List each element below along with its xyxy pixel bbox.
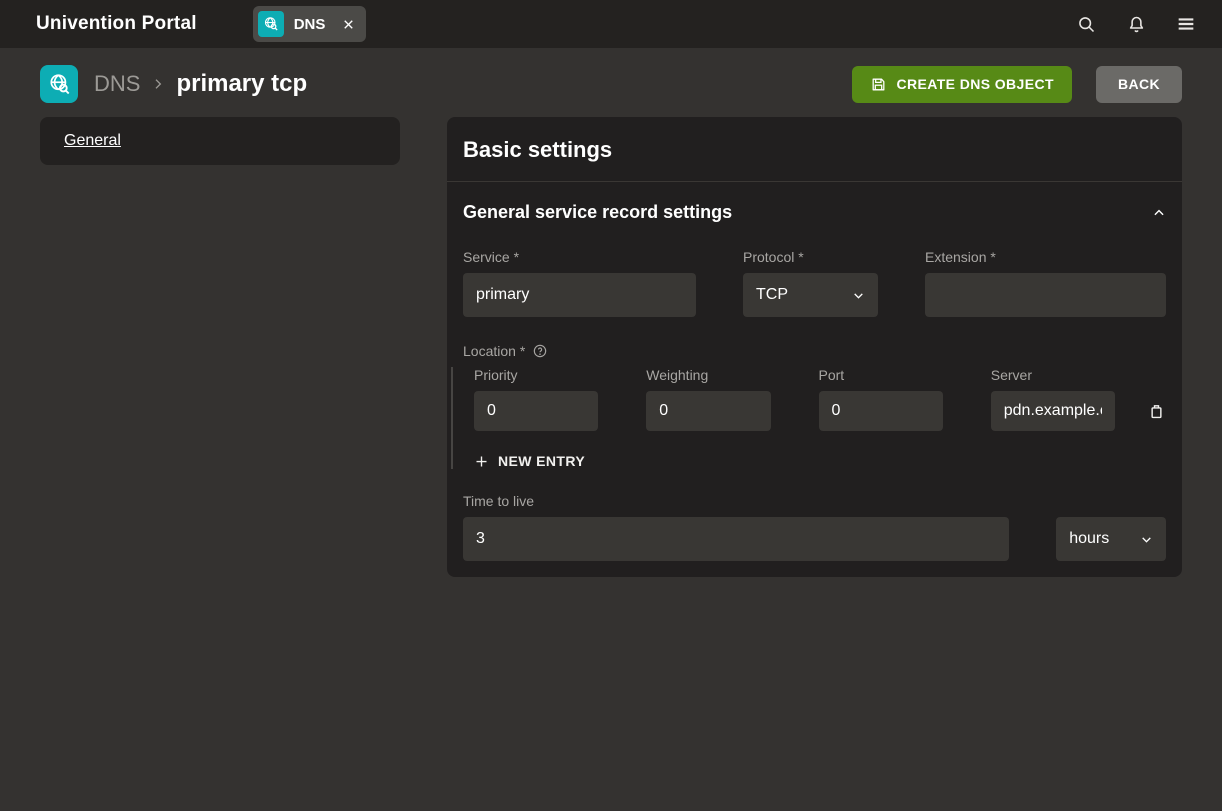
port-label: Port: [819, 367, 943, 383]
ttl-block: Time to live hours: [463, 493, 1166, 561]
location-entries-group: Priority Weighting Port Server: [451, 367, 1166, 469]
help-icon[interactable]: [532, 343, 548, 359]
tab-dns[interactable]: DNS: [253, 6, 367, 42]
extension-label: Extension *: [925, 249, 1166, 265]
breadcrumb: DNS primary tcp CREATE DNS OBJECT BACK: [0, 48, 1222, 117]
chevron-up-icon[interactable]: [1152, 206, 1166, 220]
basic-settings-panel: Basic settings General service record se…: [447, 117, 1182, 577]
location-label: Location *: [463, 343, 1166, 359]
breadcrumb-current-object: primary tcp: [176, 70, 307, 98]
new-entry-button[interactable]: NEW ENTRY: [474, 453, 585, 469]
plus-icon: [474, 454, 489, 469]
ttl-unit-selected-value: hours: [1069, 530, 1109, 548]
section-title: General service record settings: [463, 202, 732, 223]
weighting-label: Weighting: [646, 367, 770, 383]
delete-entry-button[interactable]: [1147, 391, 1166, 431]
chevron-down-icon: [1140, 533, 1153, 546]
location-entry-row: Priority Weighting Port Server: [474, 367, 1166, 431]
service-record-form: Service * Protocol * TCP: [463, 227, 1166, 561]
ttl-unit-select[interactable]: hours: [1056, 517, 1166, 561]
portal-title: Univention Portal: [36, 13, 197, 35]
location-label-text: Location *: [463, 343, 525, 359]
dns-globe-icon: [40, 65, 78, 103]
chevron-down-icon: [852, 289, 865, 302]
priority-input[interactable]: [474, 391, 598, 431]
dns-globe-icon: [258, 11, 284, 37]
weighting-input[interactable]: [646, 391, 770, 431]
protocol-selected-value: TCP: [756, 286, 788, 304]
panel-header: Basic settings: [447, 117, 1182, 182]
topbar: Univention Portal DNS: [0, 0, 1222, 48]
chevron-right-icon: [150, 76, 166, 92]
protocol-label: Protocol *: [743, 249, 878, 265]
search-icon[interactable]: [1074, 12, 1098, 36]
ttl-value-input[interactable]: [463, 517, 1009, 561]
menu-icon[interactable]: [1174, 12, 1198, 36]
breadcrumb-dns-link[interactable]: DNS: [94, 71, 140, 97]
tab-close-icon[interactable]: [341, 17, 356, 32]
service-input[interactable]: [463, 273, 696, 317]
protocol-select[interactable]: TCP: [743, 273, 878, 317]
ttl-label: Time to live: [463, 493, 1166, 509]
page-nav-card: General: [40, 117, 400, 165]
server-label: Server: [991, 367, 1115, 383]
bell-icon[interactable]: [1124, 12, 1148, 36]
general-service-record-section: General service record settings Service …: [447, 182, 1182, 561]
server-input[interactable]: [991, 391, 1115, 431]
create-dns-object-label: CREATE DNS OBJECT: [897, 76, 1054, 92]
sidebar-item-general[interactable]: General: [64, 132, 121, 149]
content-area: General Basic settings General service r…: [0, 117, 1222, 577]
new-entry-label: NEW ENTRY: [498, 453, 585, 469]
priority-label: Priority: [474, 367, 598, 383]
panel-title: Basic settings: [463, 137, 1166, 163]
extension-input[interactable]: [925, 273, 1166, 317]
tab-dns-label: DNS: [294, 16, 326, 33]
section-header[interactable]: General service record settings: [463, 182, 1166, 227]
service-label: Service *: [463, 249, 696, 265]
create-dns-object-button[interactable]: CREATE DNS OBJECT: [852, 66, 1072, 103]
back-button[interactable]: BACK: [1096, 66, 1182, 103]
save-icon: [870, 76, 887, 93]
port-input[interactable]: [819, 391, 943, 431]
